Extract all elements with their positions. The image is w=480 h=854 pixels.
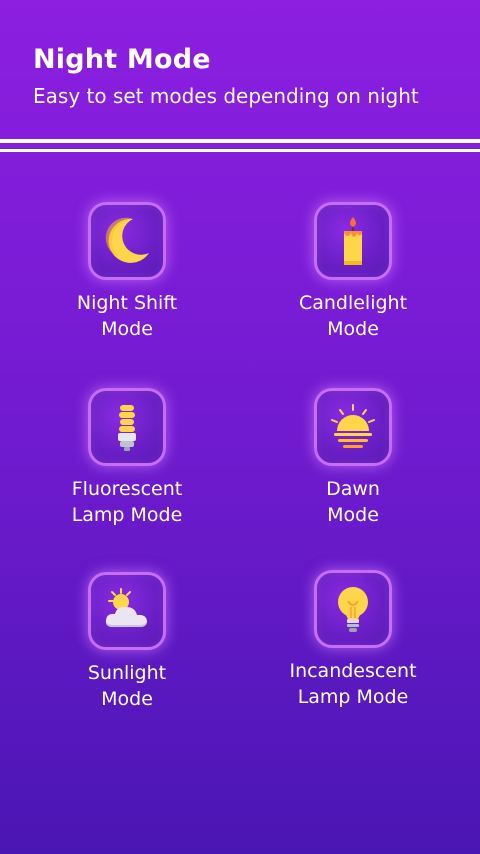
mode-tile[interactable] <box>314 570 392 648</box>
mode-label-line: Mode <box>101 318 153 340</box>
sun-cloud-icon <box>105 588 147 627</box>
mode-tile[interactable] <box>88 572 166 650</box>
mode-tile[interactable] <box>314 202 392 280</box>
mode-label-line: Night Shift <box>76 292 178 314</box>
mode-label: Sunlight Mode <box>32 660 222 712</box>
mode-label-line: Lamp Mode <box>71 504 183 526</box>
mode-label: Incandescent Lamp Mode <box>258 658 448 710</box>
mode-label: Dawn Mode <box>258 476 448 528</box>
mode-label-line: Lamp Mode <box>297 686 409 708</box>
mode-night-shift[interactable]: Night Shift Mode <box>32 202 222 342</box>
mode-label-line: Sunlight <box>87 662 167 684</box>
mode-candlelight[interactable]: Candlelight Mode <box>258 202 448 342</box>
mode-label-line: Mode <box>101 688 153 710</box>
mode-label-line: Incandescent <box>289 660 417 682</box>
mode-label-line: Mode <box>327 504 379 526</box>
mode-fluorescent-lamp[interactable]: Fluorescent Lamp Mode <box>32 388 222 528</box>
mode-label-line: Fluorescent <box>71 478 183 500</box>
mode-tile[interactable] <box>314 388 392 466</box>
mode-label-line: Mode <box>327 318 379 340</box>
mode-grid: Night Shift Mode Candlelight Mode Fluore… <box>0 0 480 854</box>
mode-label-line: Candlelight <box>298 292 408 314</box>
mode-label: Night Shift Mode <box>32 290 222 342</box>
mode-incandescent-lamp[interactable]: Incandescent Lamp Mode <box>258 570 448 710</box>
light-bulb-icon <box>338 587 368 632</box>
mode-label-line: Dawn <box>326 478 380 500</box>
mode-sunlight[interactable]: Sunlight Mode <box>32 572 222 712</box>
candle-icon <box>344 217 362 265</box>
fluorescent-bulb-icon <box>118 405 136 451</box>
mode-label: Candlelight Mode <box>258 290 448 342</box>
mode-label: Fluorescent Lamp Mode <box>32 476 222 528</box>
mode-dawn[interactable]: Dawn Mode <box>258 388 448 528</box>
moon-icon <box>105 217 149 263</box>
sunrise-icon <box>331 404 375 448</box>
mode-tile[interactable] <box>88 388 166 466</box>
mode-tile[interactable] <box>88 202 166 280</box>
